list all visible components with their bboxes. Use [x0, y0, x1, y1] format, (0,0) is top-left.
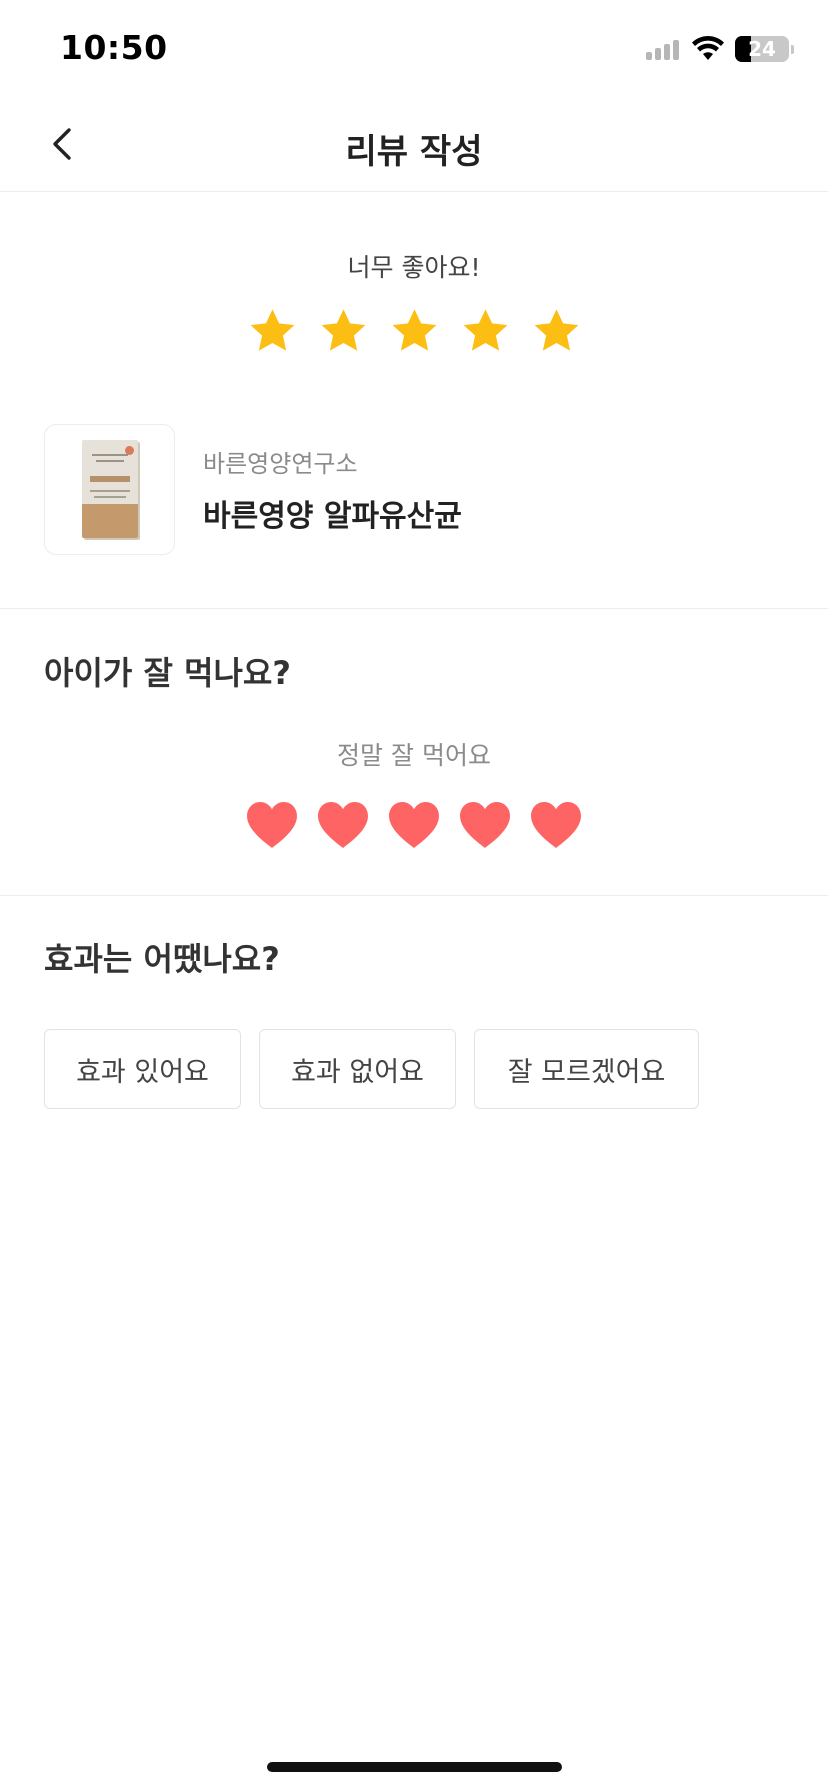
- eating-rating-label: 정말 잘 먹어요: [337, 741, 491, 770]
- star-icon[interactable]: [318, 306, 369, 357]
- heart-icon[interactable]: [458, 800, 512, 850]
- heart-icon[interactable]: [245, 800, 299, 850]
- status-bar: 10:50 24: [0, 0, 828, 96]
- review-write-screen: 10:50 24 리뷰 작성 너무 좋아요! 바른영양연구소 바른영양 알파유산…: [0, 0, 828, 1792]
- effect-yes-button[interactable]: 효과 있어요: [44, 1029, 241, 1109]
- star-icon[interactable]: [531, 306, 582, 357]
- status-icons: 24: [646, 34, 794, 64]
- heart-icon[interactable]: [387, 800, 441, 850]
- battery-tip: [791, 44, 794, 54]
- star-icon[interactable]: [247, 306, 298, 357]
- status-time: 10:50: [60, 28, 168, 67]
- product-box-illustration: [81, 440, 138, 538]
- battery-icon: 24: [735, 36, 789, 62]
- heart-icon[interactable]: [316, 800, 370, 850]
- wifi-icon: [692, 36, 724, 60]
- product-card: 바른영양연구소 바른영양 알파유산균: [44, 423, 784, 555]
- eating-question-title: 아이가 잘 먹나요?: [44, 654, 291, 692]
- product-name: 바른영양 알파유산균: [203, 498, 462, 534]
- cellular-signal-icon: [646, 38, 679, 60]
- effect-unsure-button[interactable]: 잘 모르겠어요: [474, 1029, 699, 1109]
- effect-no-button[interactable]: 효과 없어요: [259, 1029, 456, 1109]
- home-indicator: [267, 1762, 562, 1772]
- product-info: 바른영양연구소 바른영양 알파유산균: [203, 444, 462, 535]
- effect-question-title: 효과는 어땠나요?: [44, 940, 280, 978]
- product-image: [44, 423, 175, 555]
- star-rating[interactable]: [0, 306, 828, 357]
- nav-bar: 리뷰 작성: [0, 96, 828, 192]
- page-title: 리뷰 작성: [345, 132, 483, 172]
- heart-rating[interactable]: [0, 800, 828, 850]
- battery-level: 24: [748, 37, 776, 61]
- star-icon[interactable]: [460, 306, 511, 357]
- divider: [0, 895, 828, 896]
- product-brand: 바른영양연구소: [203, 449, 358, 478]
- rating-label: 너무 좋아요!: [347, 253, 481, 282]
- divider: [0, 608, 828, 609]
- star-icon[interactable]: [389, 306, 440, 357]
- heart-icon[interactable]: [529, 800, 583, 850]
- effect-options: 효과 있어요 효과 없어요 잘 모르겠어요: [44, 1029, 699, 1109]
